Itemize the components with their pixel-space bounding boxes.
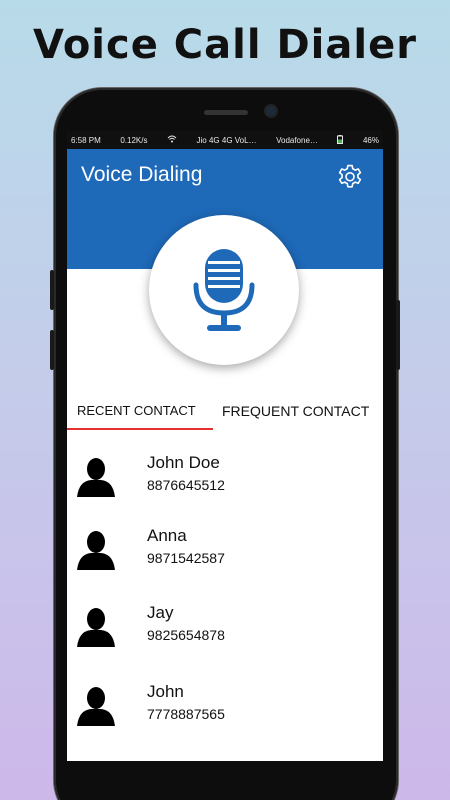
voice-dial-button[interactable] [149, 215, 299, 365]
volume-down-button [50, 330, 54, 370]
contact-name: Anna [147, 526, 187, 545]
microphone-icon [193, 249, 255, 331]
promo-title: Voice Call Dialer [33, 22, 417, 68]
active-tab-indicator [67, 428, 213, 430]
contact-tabs: RECENT CONTACT FREQUENT CONTACT [67, 399, 383, 435]
person-icon [77, 608, 115, 647]
power-button [396, 300, 400, 370]
front-camera [266, 106, 276, 116]
tab-recent-contact[interactable]: RECENT CONTACT [77, 403, 196, 418]
phone-screen: 6:58 PM 0.12K/s Jio 4G 4G VoL… Vodafone…… [67, 131, 383, 761]
contact-phone: 8876645512 [147, 477, 225, 493]
app-title: Voice Dialing [81, 163, 203, 186]
gear-icon [338, 164, 362, 188]
person-icon [77, 687, 115, 726]
status-time: 6:58 PM [71, 135, 101, 145]
battery-icon [337, 134, 344, 146]
status-carrier-2: Vodafone… [276, 135, 318, 145]
settings-button[interactable] [333, 161, 367, 195]
status-bar: 6:58 PM 0.12K/s Jio 4G 4G VoL… Vodafone…… [67, 131, 383, 149]
contact-item[interactable]: John Doe 8876645512 [67, 449, 383, 509]
contact-item[interactable]: Jay 9825654878 [67, 599, 383, 659]
contact-phone: 9871542587 [147, 550, 225, 566]
person-icon [77, 531, 115, 570]
wifi-icon [167, 135, 177, 145]
phone-speaker [204, 110, 248, 115]
person-icon [77, 458, 115, 497]
contact-item[interactable]: Anna 9871542587 [67, 522, 383, 582]
contact-name: John [147, 682, 184, 701]
volume-up-button [50, 270, 54, 310]
contact-item[interactable]: John 7778887565 [67, 678, 383, 738]
contact-name: John Doe [147, 453, 220, 472]
contact-phone: 9825654878 [147, 627, 225, 643]
contact-phone: 7778887565 [147, 706, 225, 722]
contact-name: Jay [147, 603, 174, 622]
status-battery: 46% [362, 135, 379, 145]
tab-frequent-contact[interactable]: FREQUENT CONTACT [222, 403, 369, 419]
status-carrier-1: Jio 4G 4G VoL… [196, 135, 257, 145]
status-speed: 0.12K/s [120, 135, 148, 145]
